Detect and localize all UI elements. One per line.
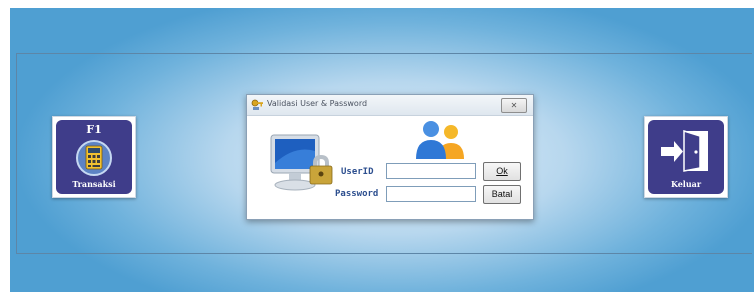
frame-border <box>16 53 752 54</box>
transaksi-tile: F1 Transaksi <box>56 120 132 194</box>
computer-lock-icon <box>270 134 333 191</box>
keluar-tile: Keluar <box>648 120 724 194</box>
frame-border <box>16 253 752 254</box>
dialog-titlebar[interactable]: Validasi User & Password ✕ <box>247 95 533 116</box>
ok-button[interactable]: Ok <box>483 162 521 181</box>
close-button[interactable]: ✕ <box>501 98 527 113</box>
userid-label: UserID <box>341 167 374 177</box>
userid-input[interactable] <box>386 163 476 179</box>
password-label: Password <box>335 189 379 199</box>
login-dialog: Validasi User & Password ✕ UserID Ok Pas… <box>246 94 534 220</box>
key-icon <box>251 99 263 110</box>
dialog-title: Validasi User & Password <box>267 99 368 108</box>
keluar-button[interactable]: Keluar <box>644 116 728 198</box>
ok-label: Ok <box>496 166 508 176</box>
frame-border <box>16 53 17 254</box>
keluar-label: Keluar <box>670 179 702 189</box>
transaksi-button[interactable]: F1 Transaksi <box>52 116 136 198</box>
batal-button[interactable]: Batal <box>483 185 521 204</box>
password-input[interactable] <box>386 186 476 202</box>
transaksi-label: Transaksi <box>72 179 116 189</box>
batal-label: Batal <box>491 189 513 199</box>
users-icon <box>416 121 464 159</box>
